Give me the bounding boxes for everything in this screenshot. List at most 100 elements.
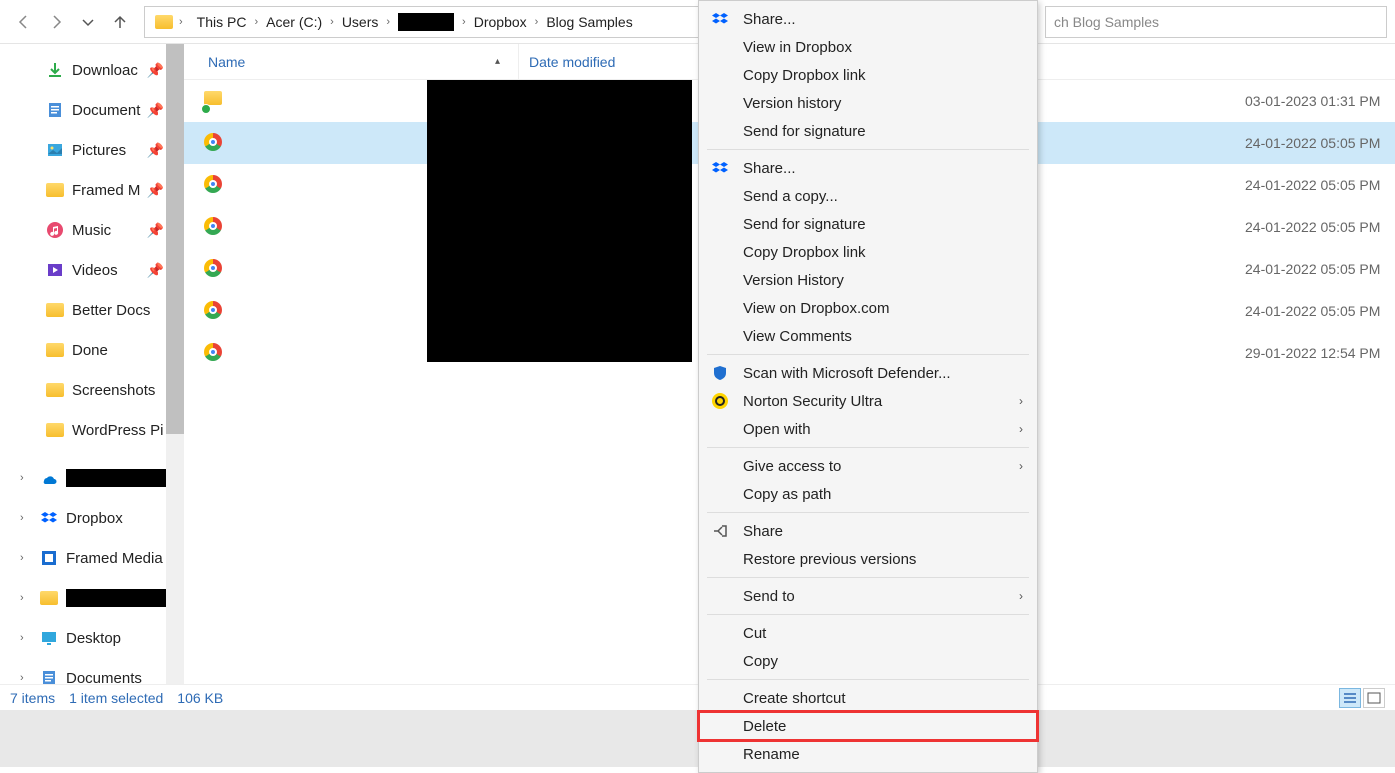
context-menu-label: Cut — [743, 625, 766, 642]
context-menu-item[interactable]: Send for signature — [699, 117, 1037, 145]
up-button[interactable] — [104, 6, 136, 38]
context-menu-item[interactable]: Norton Security Ultra› — [699, 387, 1037, 415]
breadcrumb-item[interactable] — [392, 13, 460, 31]
status-size: 106 KB — [177, 690, 237, 706]
context-menu-label: Version history — [743, 95, 841, 112]
context-menu-item[interactable]: View in Dropbox — [699, 33, 1037, 61]
pin-icon: 📌 — [147, 62, 164, 79]
context-menu-item[interactable]: Copy Dropbox link — [699, 61, 1037, 89]
context-menu-item[interactable]: Send to› — [699, 582, 1037, 610]
breadcrumb-root[interactable]: › — [149, 15, 191, 29]
sidebar-item[interactable]: Better Docs — [0, 290, 184, 330]
sidebar-item[interactable]: Screenshots — [0, 370, 184, 410]
view-details-button[interactable] — [1339, 688, 1361, 708]
music-icon — [46, 221, 64, 239]
sidebar-item-label: WordPress Pi — [72, 422, 163, 439]
context-menu-item[interactable]: Version History — [699, 266, 1037, 294]
sidebar-item[interactable]: WordPress Pi — [0, 410, 184, 450]
context-menu-label: View on Dropbox.com — [743, 300, 889, 317]
context-menu-item[interactable]: Delete — [699, 712, 1037, 740]
sidebar-tree-item[interactable]: ›Documents — [0, 658, 184, 684]
sidebar-item[interactable]: Document📌 — [0, 90, 184, 130]
context-menu-label: View in Dropbox — [743, 39, 852, 56]
context-menu-item[interactable]: Send for signature — [699, 210, 1037, 238]
context-menu-item[interactable]: Rename — [699, 740, 1037, 768]
sidebar-tree-item[interactable]: › — [0, 458, 184, 498]
context-menu-item[interactable]: Version history — [699, 89, 1037, 117]
sidebar-item[interactable]: Done — [0, 330, 184, 370]
document-icon — [46, 101, 64, 119]
context-menu-item[interactable]: Restore previous versions — [699, 545, 1037, 573]
file-date: 03-01-2023 01:31 PM — [1225, 93, 1395, 109]
breadcrumb-item[interactable]: Dropbox — [468, 14, 533, 30]
chrome-icon — [204, 259, 224, 279]
chevron-right-icon: › — [20, 512, 34, 524]
sidebar-tree-item[interactable]: › Desktop — [0, 618, 184, 658]
context-menu-label: Share... — [743, 160, 796, 177]
folder-icon — [46, 421, 64, 439]
context-menu-separator — [707, 577, 1029, 578]
sidebar-item[interactable]: Music📌 — [0, 210, 184, 250]
breadcrumb-item[interactable]: Users — [336, 14, 385, 30]
file-date: 24-01-2022 05:05 PM — [1225, 135, 1395, 151]
context-menu-item[interactable]: Copy Dropbox link — [699, 238, 1037, 266]
folder-icon — [40, 589, 58, 607]
context-menu-item[interactable]: Open with› — [699, 415, 1037, 443]
recent-dropdown[interactable] — [72, 6, 104, 38]
back-button[interactable] — [8, 6, 40, 38]
column-date[interactable]: Date modified — [518, 44, 615, 79]
file-date: 24-01-2022 05:05 PM — [1225, 303, 1395, 319]
context-menu-item[interactable]: Give access to› — [699, 452, 1037, 480]
folder-icon — [155, 15, 173, 29]
chevron-right-icon: › — [20, 632, 34, 644]
column-name[interactable]: Name▴ — [208, 54, 518, 70]
context-menu-item[interactable]: Cut — [699, 619, 1037, 647]
norton-icon — [711, 392, 729, 410]
breadcrumb-item[interactable]: Blog Samples — [540, 14, 638, 30]
document-icon — [40, 669, 58, 684]
sidebar-item-label: Framed M — [72, 182, 140, 199]
context-menu-separator — [707, 512, 1029, 513]
sidebar-tree-item[interactable]: › — [0, 578, 184, 618]
sidebar-item[interactable]: Pictures📌 — [0, 130, 184, 170]
context-menu-item[interactable]: Send a copy... — [699, 182, 1037, 210]
search-input[interactable]: ch Blog Samples — [1045, 6, 1387, 38]
breadcrumb-item[interactable]: Acer (C:) — [260, 14, 328, 30]
context-menu-item[interactable]: Copy — [699, 647, 1037, 675]
context-menu-item[interactable]: View Comments — [699, 322, 1037, 350]
context-menu-label: Norton Security Ultra — [743, 393, 882, 410]
video-icon — [46, 261, 64, 279]
onedrive-icon — [40, 469, 58, 487]
view-icons-button[interactable] — [1363, 688, 1385, 708]
sidebar-tree-item[interactable]: ›Framed Media — [0, 538, 184, 578]
pin-icon: 📌 — [147, 182, 164, 199]
download-icon — [46, 61, 64, 79]
context-menu-label: Create shortcut — [743, 690, 846, 707]
sidebar-item-label: Screenshots — [72, 382, 155, 399]
context-menu-item[interactable]: Share... — [699, 5, 1037, 33]
context-menu-item[interactable]: Copy as path — [699, 480, 1037, 508]
sidebar-scrollbar[interactable] — [166, 44, 184, 684]
context-menu-label: Restore previous versions — [743, 551, 916, 568]
sidebar-item[interactable]: Framed M 📌 — [0, 170, 184, 210]
context-menu-item[interactable]: Share... — [699, 154, 1037, 182]
context-menu-item[interactable]: View on Dropbox.com — [699, 294, 1037, 322]
context-menu-item[interactable]: Create shortcut — [699, 684, 1037, 712]
sidebar-item[interactable]: Downloac📌 — [0, 50, 184, 90]
sidebar-item-label: Dropbox — [66, 510, 123, 527]
sidebar-item-label: Desktop — [66, 630, 121, 647]
context-menu-label: Send a copy... — [743, 188, 838, 205]
pictures-icon — [46, 141, 64, 159]
pin-icon: 📌 — [147, 102, 164, 119]
forward-button[interactable] — [40, 6, 72, 38]
context-menu-item[interactable]: Share — [699, 517, 1037, 545]
chrome-icon — [204, 217, 224, 237]
sidebar-tree-item[interactable]: › Dropbox — [0, 498, 184, 538]
defender-icon — [711, 364, 729, 382]
sidebar-item[interactable]: Videos📌 — [0, 250, 184, 290]
breadcrumb-item[interactable]: This PC — [191, 14, 253, 30]
context-menu-separator — [707, 614, 1029, 615]
chrome-icon — [204, 175, 224, 195]
sidebar-item-label: Better Docs — [72, 302, 150, 319]
context-menu-item[interactable]: Scan with Microsoft Defender... — [699, 359, 1037, 387]
